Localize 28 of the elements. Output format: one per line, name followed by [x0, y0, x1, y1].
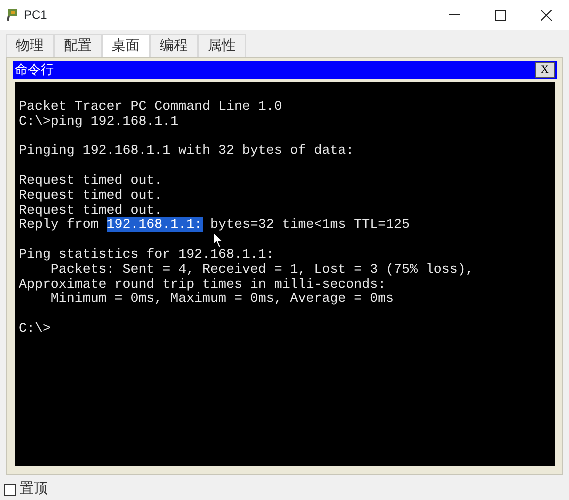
terminal-line: Approximate round trip times in milli-seconds:	[19, 278, 386, 292]
terminal-line: Packet Tracer PC Command Line 1.0	[19, 100, 282, 115]
terminal-line: Request timed out.	[19, 188, 163, 204]
terminal-line: Packets: Sent = 4, Received = 1, Lost = 3 (75% loss),	[50, 262, 474, 278]
close-button[interactable]: X	[535, 62, 555, 78]
terminal-line: Minimum = 0ms, Maximum = 0ms, Average = 0ms	[50, 292, 394, 308]
command-title: 命令行	[15, 64, 54, 76]
terminal-line: Pinging 192.168.1.1 with 32 bytes of data:	[19, 144, 354, 160]
tab[interactable]: 配置	[54, 34, 102, 57]
terminal-line: Request timed out.	[19, 174, 163, 189]
terminal-line: Reply from 192.168.1.1: bytes=32 time<1ms TTL=125	[19, 218, 410, 234]
terminal-line: Request timed out.	[19, 204, 163, 218]
minimize-icon	[448, 14, 460, 16]
tab[interactable]: 属性	[198, 34, 246, 57]
terminal-screen[interactable]	[15, 82, 555, 466]
terminal-line: Ping statistics for 192.168.1.1:	[19, 248, 274, 263]
terminal-line: C:\>	[19, 322, 51, 337]
app-icon	[6, 8, 20, 22]
maximize-icon	[494, 10, 506, 20]
window-title: PC1	[24, 7, 48, 24]
tab[interactable]: 物理	[6, 34, 54, 57]
tab[interactable]: 桌面	[102, 34, 150, 57]
close-icon	[540, 10, 552, 20]
terminal-line: C:\>ping 192.168.1.1	[19, 114, 179, 130]
mouse-pointer-icon	[213, 232, 224, 249]
pin-label[interactable]: 置顶	[20, 479, 48, 500]
pin-checkbox[interactable]	[4, 484, 16, 496]
tab[interactable]: 编程	[150, 34, 198, 57]
